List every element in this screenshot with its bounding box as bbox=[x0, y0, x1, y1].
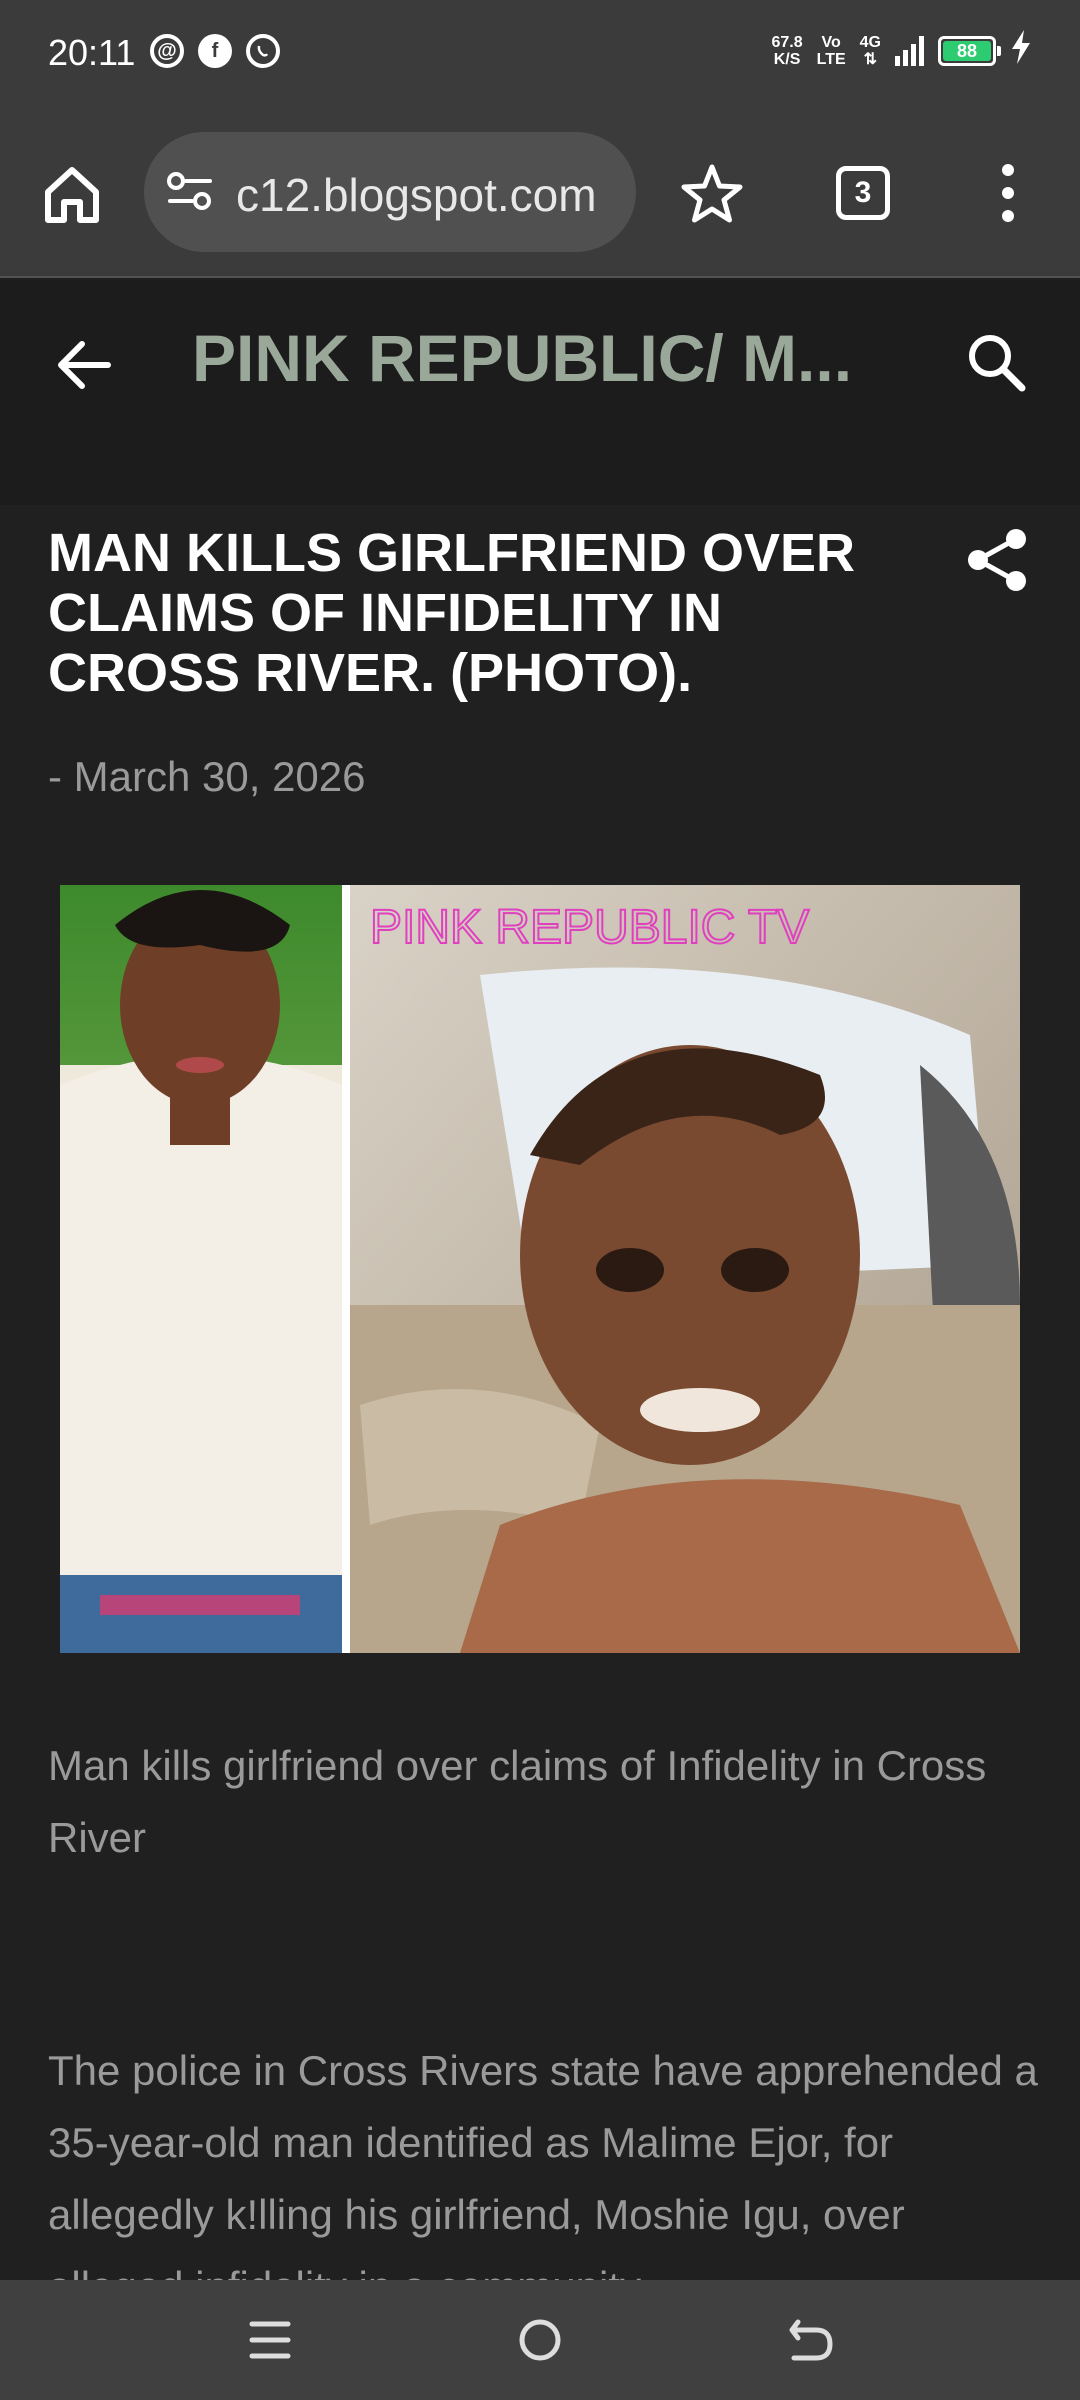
charging-icon bbox=[1010, 30, 1032, 72]
back-nav-icon[interactable] bbox=[780, 2310, 840, 2370]
tab-switcher-button[interactable]: 3 bbox=[836, 166, 890, 220]
back-arrow-icon[interactable] bbox=[50, 330, 120, 400]
facebook-icon: f bbox=[198, 34, 232, 68]
whatsapp-icon bbox=[246, 34, 280, 68]
bookmark-star-icon[interactable] bbox=[680, 162, 744, 226]
home-circle-icon[interactable] bbox=[510, 2310, 570, 2370]
site-title[interactable]: PINK REPUBLIC/ M... bbox=[192, 320, 892, 396]
url-text: c12.blogspot.com bbox=[236, 169, 597, 221]
site-header: PINK REPUBLIC/ M... bbox=[0, 280, 1080, 505]
more-menu-icon[interactable] bbox=[990, 160, 1026, 226]
home-icon[interactable] bbox=[40, 162, 104, 226]
threads-icon: @ bbox=[150, 34, 184, 68]
post-content: MAN KILLS GIRLFRIEND OVER CLAIMS OF INFI… bbox=[0, 505, 1080, 2280]
post-photo[interactable]: PINK REPUBLIC TV bbox=[60, 885, 1020, 1653]
search-icon[interactable] bbox=[962, 328, 1032, 398]
battery-level: 88 bbox=[943, 41, 991, 61]
network-speed: 67.8 K/S bbox=[771, 34, 803, 68]
share-icon[interactable] bbox=[962, 525, 1032, 595]
browser-toolbar: c12.blogspot.com 3 bbox=[0, 110, 1080, 278]
post-title: MAN KILLS GIRLFRIEND OVER CLAIMS OF INFI… bbox=[48, 523, 855, 703]
volte-indicator: Vo LTE bbox=[816, 34, 846, 68]
photo-watermark: PINK REPUBLIC TV bbox=[370, 901, 809, 954]
post-date: - March 30, 2026 bbox=[48, 753, 366, 800]
status-time: 20:11 bbox=[48, 32, 136, 73]
address-bar[interactable]: c12.blogspot.com bbox=[144, 132, 636, 252]
status-bar: 20:11 @ f 67.8 K/S Vo LTE 4G ⇅ 88 bbox=[0, 0, 1080, 110]
system-nav-bar bbox=[0, 2280, 1080, 2400]
network-type: 4G ⇅ bbox=[859, 34, 881, 68]
image-caption: Man kills girlfriend over claims of Infi… bbox=[48, 1742, 987, 1861]
battery-icon: 88 bbox=[938, 36, 1001, 66]
recent-apps-icon[interactable] bbox=[240, 2310, 300, 2370]
signal-icon bbox=[895, 36, 924, 66]
site-settings-icon[interactable] bbox=[166, 170, 214, 214]
notification-icons: @ f bbox=[150, 34, 280, 68]
post-body: The police in Cross Rivers state have ap… bbox=[48, 2047, 1038, 2280]
